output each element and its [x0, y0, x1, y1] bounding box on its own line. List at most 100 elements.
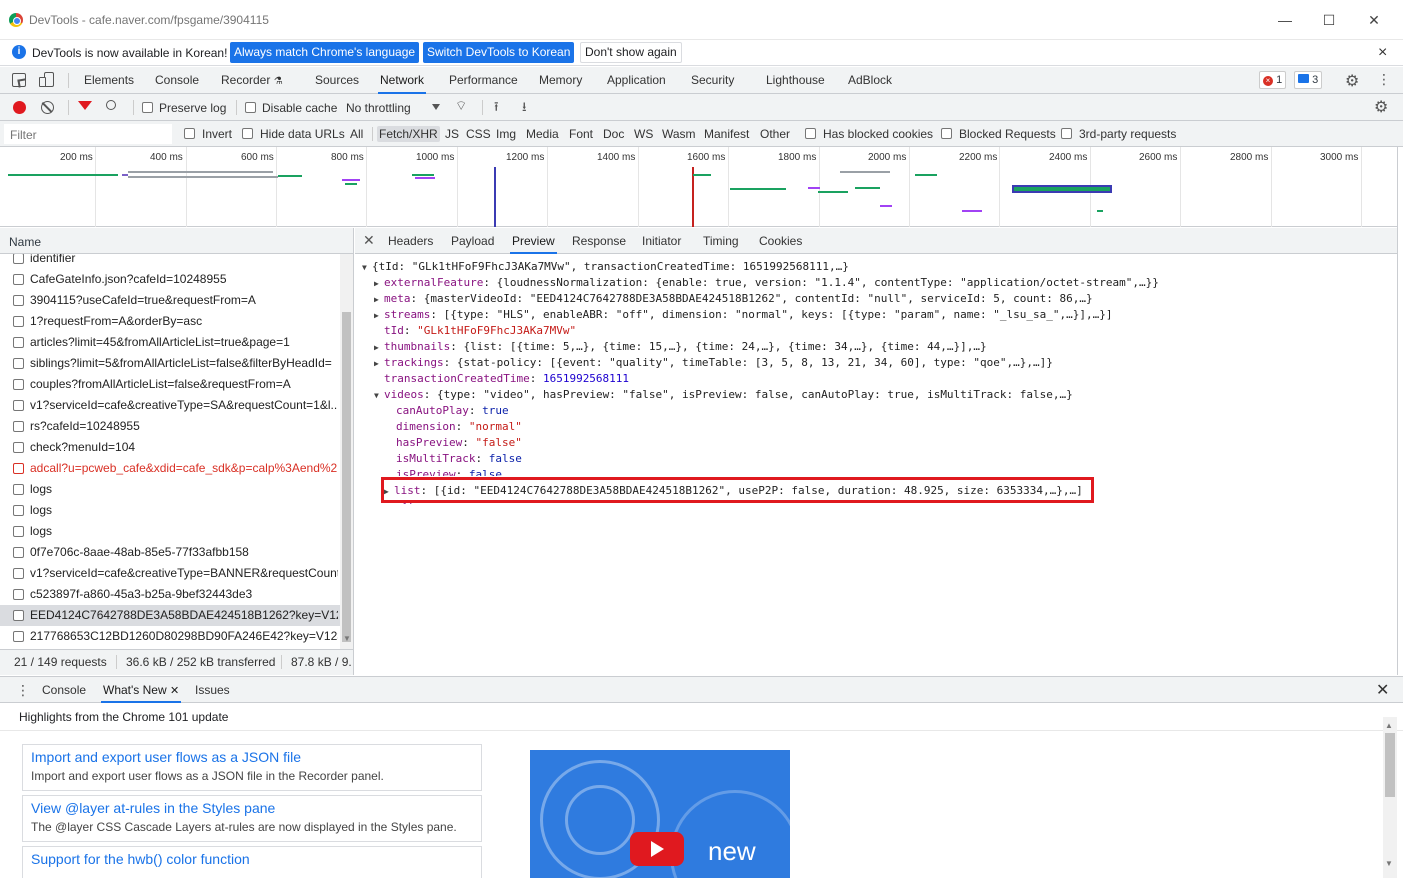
json-node[interactable]: ▼ videos: {type: "video", hasPreview: "fa… [374, 387, 1073, 404]
tab-initiator[interactable]: Initiator [640, 228, 683, 254]
drawer-tab-whats-new[interactable]: What's New ✕ [101, 677, 182, 703]
row-checkbox[interactable] [13, 358, 24, 369]
request-row[interactable]: c523897f-a860-45a3-b25a-9bef32443de3 [0, 584, 340, 605]
third-party-requests-checkbox[interactable] [1061, 128, 1072, 139]
scroll-down-icon[interactable]: ▼ [343, 634, 351, 643]
filter-type-media[interactable]: Media [524, 126, 561, 142]
search-icon[interactable] [106, 100, 116, 110]
tab-elements[interactable]: Elements [82, 67, 136, 94]
hide-data-urls-checkbox[interactable] [242, 128, 253, 139]
tab-cookies[interactable]: Cookies [757, 228, 804, 254]
network-conditions-icon[interactable]: ⌔ [455, 98, 467, 114]
infobar-close-button[interactable]: × [1378, 44, 1387, 62]
row-checkbox[interactable] [13, 568, 24, 579]
request-row[interactable]: v1?serviceId=cafe&creativeType=SA&reques… [0, 395, 340, 416]
inspect-element-icon[interactable] [12, 73, 27, 88]
disable-cache-checkbox[interactable] [245, 102, 256, 113]
filter-funnel-icon[interactable] [78, 101, 92, 110]
request-row[interactable]: 0f7e706c-8aae-48ab-85e5-77f33afbb158 [0, 542, 340, 563]
filter-type-js[interactable]: JS [443, 126, 461, 142]
message-count-badge[interactable]: 3 [1294, 71, 1323, 89]
request-row[interactable]: CafeGateInfo.json?cafeId=10248955 [0, 269, 340, 290]
request-row[interactable]: logs [0, 479, 340, 500]
request-row[interactable]: check?menuId=104 [0, 437, 340, 458]
invert-checkbox[interactable] [184, 128, 195, 139]
tab-performance[interactable]: Performance [447, 67, 520, 94]
row-checkbox[interactable] [13, 505, 24, 516]
device-toolbar-icon[interactable] [39, 72, 55, 88]
preserve-log-checkbox[interactable] [142, 102, 153, 113]
request-row[interactable]: siblings?limit=5&fromAllArticleList=fals… [0, 353, 340, 374]
request-list-scrollbar[interactable]: ▼ [340, 254, 353, 649]
column-name-header[interactable]: Name [9, 235, 41, 249]
json-node[interactable]: ▶ thumbnails: {list: [{time: 5,…}, {time:… [374, 339, 987, 356]
request-row[interactable]: 217768653C12BD1260D80298BD90FA246E42?key… [0, 626, 340, 647]
row-checkbox[interactable] [13, 442, 24, 453]
drawer-menu-icon[interactable]: ⋮ [16, 682, 30, 699]
json-node[interactable]: ▶ trackings: {stat-policy: [{event: "qual… [374, 355, 1053, 372]
request-row[interactable]: logs [0, 500, 340, 521]
close-detail-icon[interactable]: ✕ [363, 232, 375, 249]
row-checkbox[interactable] [13, 295, 24, 306]
json-node[interactable]: ▶ meta: {masterVideoId: "EED4124C7642788D… [374, 291, 1093, 308]
error-count-badge[interactable]: × 1 [1259, 71, 1287, 89]
scrollbar-thumb[interactable] [342, 312, 351, 642]
scrollbar-thumb[interactable] [1385, 733, 1395, 797]
tab-application[interactable]: Application [605, 67, 668, 94]
close-tab-icon[interactable]: ✕ [170, 685, 179, 697]
import-har-icon[interactable]: ⭱ [494, 98, 499, 120]
tab-timing[interactable]: Timing [701, 228, 741, 254]
maximize-button[interactable]: ☐ [1319, 10, 1339, 30]
tab-preview[interactable]: Preview [510, 228, 557, 254]
export-har-icon[interactable]: ⭳ [522, 98, 527, 120]
row-checkbox[interactable] [13, 379, 24, 390]
row-checkbox[interactable] [13, 274, 24, 285]
row-checkbox[interactable] [13, 316, 24, 327]
row-checkbox[interactable] [13, 254, 24, 264]
network-settings-gear-icon[interactable]: ⚙ [1374, 97, 1388, 117]
row-checkbox[interactable] [13, 589, 24, 600]
card-title-link[interactable]: View @layer at-rules in the Styles pane [31, 800, 275, 816]
scroll-up-icon[interactable]: ▲ [1385, 721, 1393, 730]
scroll-down-icon[interactable]: ▼ [1385, 859, 1393, 868]
row-checkbox[interactable] [13, 547, 24, 558]
filter-type-wasm[interactable]: Wasm [660, 126, 698, 142]
drawer-tab-console[interactable]: Console [40, 677, 88, 703]
filter-type-fetch-xhr[interactable]: Fetch/XHR [377, 126, 440, 142]
whats-new-card[interactable]: Import and export user flows as a JSON f… [22, 744, 482, 791]
filter-type-css[interactable]: CSS [464, 126, 493, 142]
dont-show-again-button[interactable]: Don't show again [580, 42, 682, 63]
card-title-link[interactable]: Support for the hwb() color function [31, 851, 250, 867]
filter-type-font[interactable]: Font [567, 126, 595, 142]
json-node[interactable]: ▶ externalFeature: {loudnessNormalization… [374, 275, 1159, 292]
tab-lighthouse[interactable]: Lighthouse [764, 67, 827, 94]
row-checkbox[interactable] [13, 463, 24, 474]
tab-sources[interactable]: Sources [313, 67, 361, 94]
throttling-select[interactable]: No throttling [346, 101, 411, 115]
filter-type-other[interactable]: Other [758, 126, 792, 142]
row-checkbox[interactable] [13, 421, 24, 432]
clear-icon[interactable] [41, 101, 54, 114]
network-overview-timeline[interactable]: 200 ms 400 ms 600 ms 800 ms 1000 ms 1200… [0, 147, 1397, 227]
more-options-icon[interactable]: ⋮ [1377, 71, 1391, 88]
tab-network[interactable]: Network [378, 67, 427, 94]
tab-recorder[interactable]: Recorder ⚗ [219, 67, 285, 94]
whats-new-card[interactable]: Support for the hwb() color function [22, 846, 482, 878]
tab-console[interactable]: Console [153, 67, 201, 94]
filter-type-img[interactable]: Img [494, 126, 518, 142]
request-row-selected[interactable]: EED4124C7642788DE3A58BDAE424518B1262?key… [0, 605, 340, 626]
row-checkbox[interactable] [13, 526, 24, 537]
request-row[interactable]: identifier [0, 254, 340, 269]
close-window-button[interactable]: ✕ [1364, 10, 1384, 30]
row-checkbox[interactable] [13, 631, 24, 642]
always-match-language-button[interactable]: Always match Chrome's language [230, 42, 420, 63]
has-blocked-cookies-checkbox[interactable] [805, 128, 816, 139]
whats-new-card[interactable]: View @layer at-rules in the Styles pane … [22, 795, 482, 842]
request-row[interactable]: rs?cafeId=10248955 [0, 416, 340, 437]
blocked-requests-checkbox[interactable] [941, 128, 952, 139]
tab-headers[interactable]: Headers [386, 228, 435, 254]
settings-gear-icon[interactable]: ⚙ [1345, 71, 1359, 91]
card-title-link[interactable]: Import and export user flows as a JSON f… [31, 749, 301, 765]
drawer-scrollbar[interactable]: ▲ ▼ [1383, 717, 1397, 878]
request-list-header[interactable]: Name [0, 228, 353, 254]
